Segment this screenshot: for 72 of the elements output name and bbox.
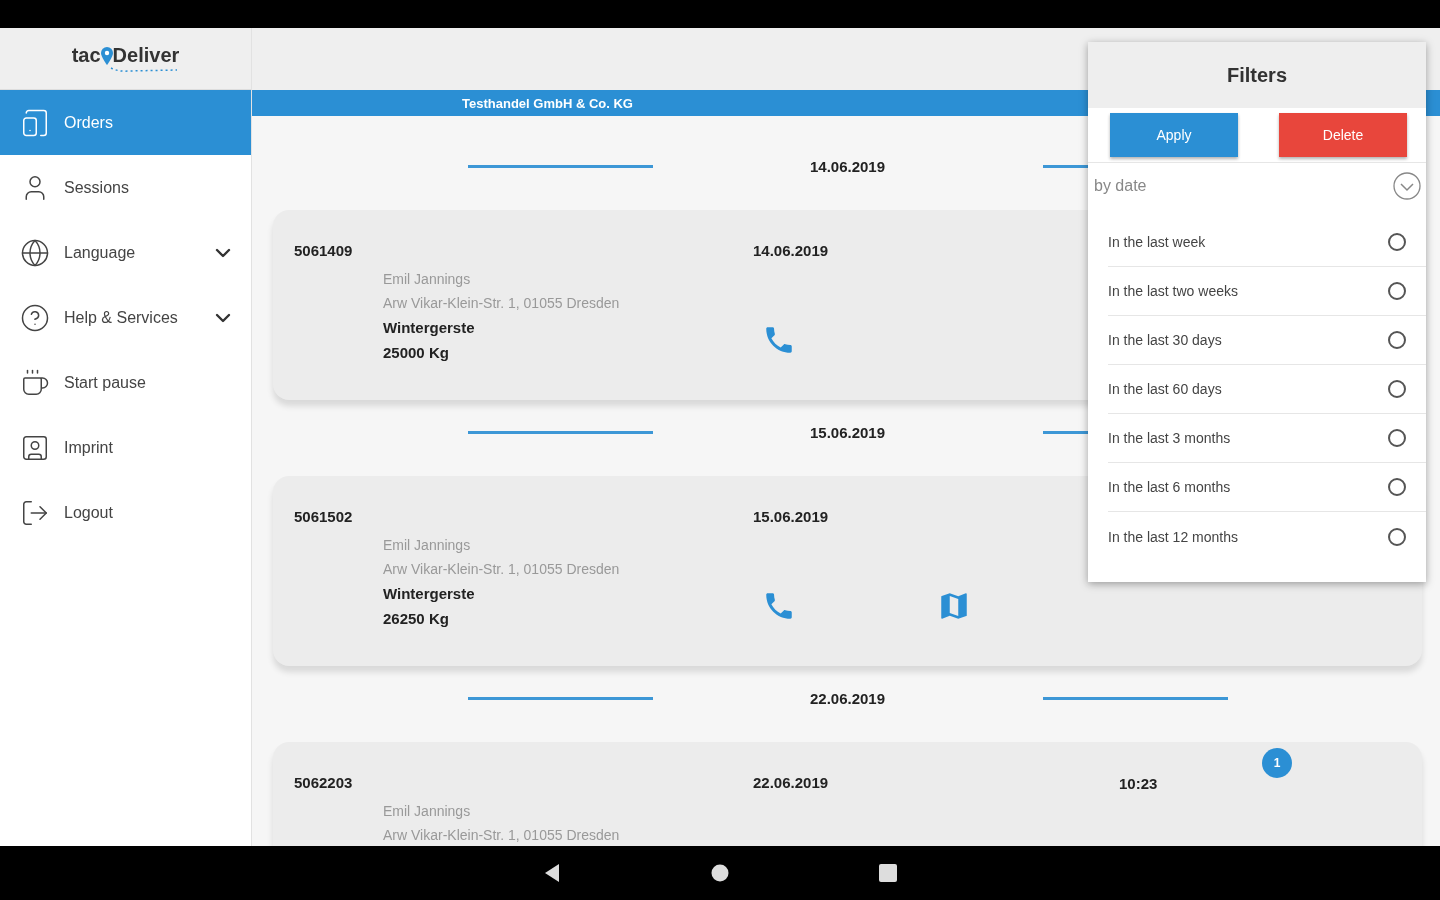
tablet-icon — [20, 107, 50, 138]
option-label: In the last 60 days — [1108, 381, 1222, 397]
option-label: In the last 30 days — [1108, 332, 1222, 348]
option-label: In the last 6 months — [1108, 479, 1231, 495]
count-badge: 1 — [1262, 748, 1292, 778]
customer-address: Arw Vikar-Klein-Str. 1, 01055 Dresden — [383, 295, 621, 311]
apply-button[interactable]: Apply — [1110, 113, 1238, 157]
weight: 25000 Kg — [383, 344, 450, 361]
location-pin-icon — [100, 46, 113, 65]
filter-option[interactable]: In the last week — [1108, 218, 1426, 267]
option-label: In the last two weeks — [1108, 283, 1238, 299]
radio-button[interactable] — [1388, 331, 1406, 349]
order-date: 14.06.2019 — [753, 242, 829, 259]
customer-address: Arw Vikar-Klein-Str. 1, 01055 Dresden — [383, 561, 621, 577]
customer-name: Emil Jannings — [383, 537, 472, 553]
sidebar-item[interactable]: Start pause — [0, 350, 251, 415]
option-label: In the last week — [1108, 234, 1206, 250]
radio-button[interactable] — [1388, 429, 1406, 447]
radio-button[interactable] — [1388, 282, 1406, 300]
logo-text: Deliver — [112, 44, 180, 67]
sidebar-item[interactable]: Help & Services — [0, 285, 251, 350]
filter-option[interactable]: In the last two weeks — [1108, 267, 1426, 316]
panel-title: Filters — [1227, 63, 1287, 87]
sidebar-item[interactable]: Language — [0, 220, 251, 285]
sidebar-label: Help & Services — [64, 308, 179, 327]
radio-button[interactable] — [1388, 527, 1406, 546]
sidebar-item[interactable]: Logout — [0, 480, 251, 545]
product-name: Wintergerste — [383, 319, 476, 336]
date-heading: 14.06.2019 — [809, 157, 886, 175]
date-heading: 15.06.2019 — [809, 423, 886, 441]
order-time: 10:23 — [1119, 774, 1158, 792]
back-icon[interactable] — [543, 863, 561, 883]
order-number: 5062203 — [294, 774, 353, 791]
sidebar-label: Start pause — [64, 373, 147, 392]
radio-button[interactable] — [1388, 233, 1406, 251]
option-label: In the last 3 months — [1108, 430, 1231, 446]
order-card[interactable]: 1 5062203 22.06.2019 10:23 Emil Jannings Arw Vikar-Klein-Str. 1, 01055 Dresden — [273, 742, 1422, 846]
order-number: 5061409 — [294, 242, 353, 259]
sidebar-item[interactable]: Imprint — [0, 415, 251, 480]
filter-group-label: by date — [1094, 177, 1147, 195]
sidebar-item[interactable]: Sessions — [0, 155, 251, 220]
sidebar-item[interactable]: Orders — [0, 90, 251, 155]
logo-text: tac — [71, 44, 101, 67]
date-heading: 22.06.2019 — [809, 689, 886, 707]
order-date: 22.06.2019 — [753, 774, 829, 791]
radio-button[interactable] — [1388, 478, 1406, 496]
customer-address: Arw Vikar-Klein-Str. 1, 01055 Dresden — [383, 827, 621, 843]
filter-option[interactable]: In the last 60 days — [1108, 365, 1426, 414]
customer-name: Emil Jannings — [383, 803, 472, 819]
chevron-circle-icon[interactable] — [1393, 172, 1421, 200]
weight: 26250 Kg — [383, 610, 450, 627]
option-label: In the last 12 months — [1108, 528, 1238, 545]
sidebar-label: Imprint — [64, 438, 114, 457]
help-icon — [20, 302, 50, 333]
sidebar-label: Sessions — [64, 178, 130, 197]
sidebar-label: Logout — [64, 503, 114, 522]
globe-icon — [20, 237, 50, 268]
company-name: Testhandel GmbH & Co. KG — [462, 95, 633, 111]
customer-name: Emil Jannings — [383, 271, 472, 287]
filter-option[interactable]: In the last 3 months — [1108, 414, 1426, 463]
sidebar-label: Orders — [64, 113, 114, 132]
radio-button[interactable] — [1388, 380, 1406, 398]
sidebar-label: Language — [64, 243, 137, 262]
route-drawing — [109, 67, 180, 73]
cup-icon — [20, 367, 50, 398]
filter-option[interactable]: In the last 6 months — [1108, 463, 1426, 512]
home-icon[interactable] — [711, 864, 729, 882]
delete-button[interactable]: Delete — [1279, 113, 1407, 157]
order-date: 15.06.2019 — [753, 508, 829, 525]
order-number: 5061502 — [294, 508, 353, 525]
product-name: Wintergerste — [383, 585, 476, 602]
filter-option[interactable]: In the last 30 days — [1108, 316, 1426, 365]
